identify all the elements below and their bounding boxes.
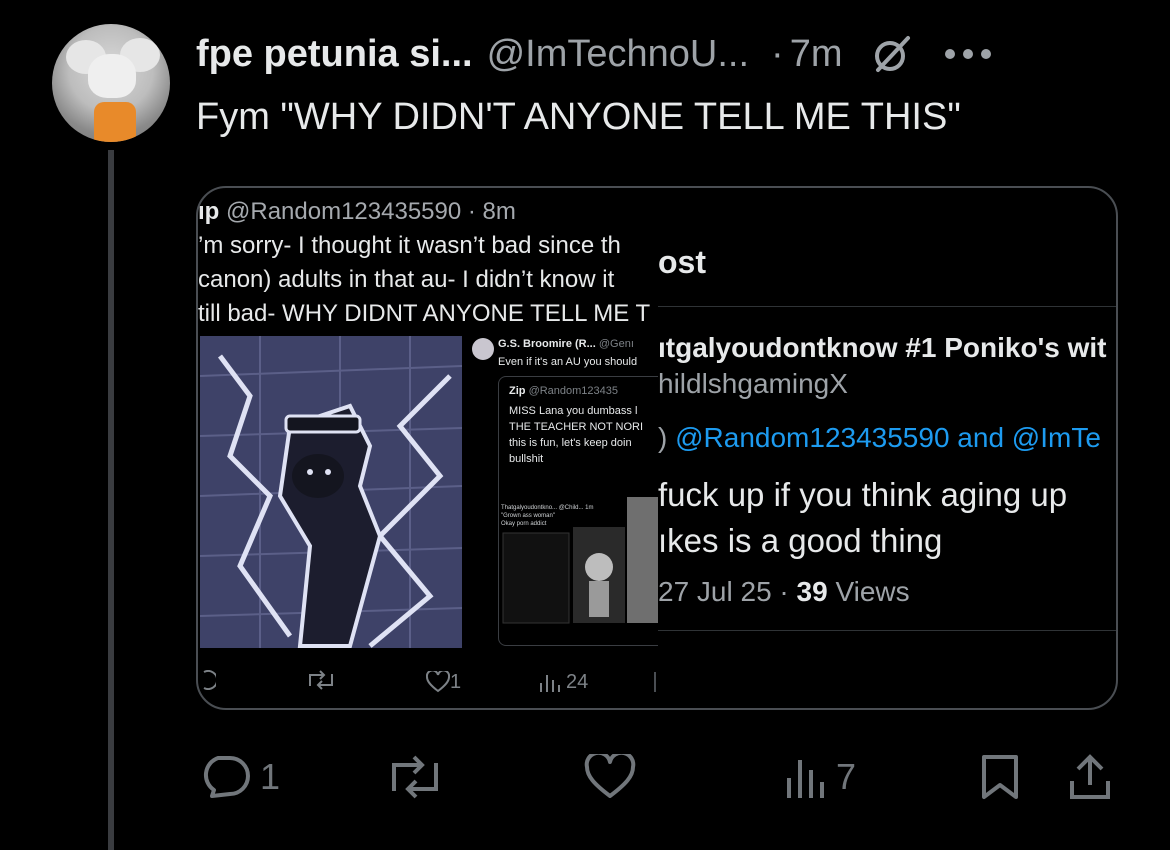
right-author-handle: hildlshgamingX (658, 368, 848, 399)
grok-icon[interactable] (869, 31, 915, 77)
avatar[interactable] (52, 24, 170, 142)
quoted-screenshot-left: ıp @Random123435590 · 8m ’m sorry- I tho… (198, 188, 658, 708)
reply-count: 1 (260, 756, 281, 797)
thread-line (108, 150, 114, 850)
quoted-post[interactable]: ıp @Random123435590 · 8m ’m sorry- I tho… (196, 186, 1118, 710)
share-icon (1070, 754, 1110, 799)
quoted-like: 1 (426, 670, 461, 694)
mini-screenshot: Thatgalyoudontkno... @Child... 1m "Grown… (499, 497, 658, 637)
tweet-text: Fym "WHY DIDN'T ANYONE TELL ME THIS" (196, 96, 961, 138)
quoted-like-count: 1 (450, 670, 462, 693)
action-bar: 1 7 (0, 752, 1170, 802)
replying-to-link: @Random123435590 and @ImTe (675, 422, 1101, 453)
quoted-retweet-icon (306, 670, 336, 694)
retweet-icon (392, 755, 438, 799)
right-views-count: 39 (796, 576, 828, 607)
replying-prefix: ) (658, 422, 668, 453)
quoted-text-line: canon) adults in that au- I didn’t know … (198, 266, 615, 293)
more-icon[interactable] (941, 31, 995, 77)
nested-inner-card: Zip @Random123435 MISS Lana you dumbass … (498, 376, 658, 646)
author-handle[interactable]: @ImTechnoU... (487, 33, 749, 76)
nested-author: G.S. Broomire (R... @Genı (498, 338, 634, 350)
inner-text-line: this is fun, let's keep doin (509, 437, 632, 449)
quoted-text-line: till bad- WHY DIDNT ANYONE TELL ME T (198, 300, 651, 327)
avatar-shirt (94, 102, 136, 142)
quoted-screenshot-right: ost ıtgalyoudontknow #1 Poniko's wit hil… (658, 188, 1116, 708)
inner-author-handle: @Random123435 (528, 385, 619, 397)
right-body-line: fuck up if you think aging up (658, 476, 1068, 513)
author-name[interactable]: fpe petunia si... (196, 33, 473, 76)
inner-author-name: Zip (509, 385, 526, 397)
views-icon (787, 760, 824, 798)
inner-text-line: bullshit (509, 453, 544, 465)
quoted-author-meta: @Random123435590 · 8m (226, 198, 516, 225)
post-title: ost (658, 244, 706, 280)
avatar-face (88, 54, 136, 98)
reply-icon (203, 756, 250, 798)
inner-text-line: THE TEACHER NOT NORI (509, 421, 644, 433)
views-button[interactable]: 7 (784, 752, 856, 802)
nested-author-handle: @Genı (598, 338, 634, 350)
quoted-text-line: ’m sorry- I thought it wasn’t bad since … (198, 232, 621, 259)
quoted-views-icon (540, 675, 560, 692)
like-button[interactable] (584, 752, 636, 802)
quoted-author-name: ıp (198, 198, 220, 225)
like-icon (584, 754, 636, 798)
divider (654, 672, 656, 692)
quoted-views: 24 (538, 670, 588, 694)
right-views-label: Views (827, 576, 910, 607)
separator: · (771, 32, 784, 75)
nested-text: Even if it's an AU you should (498, 356, 638, 368)
right-body-line: ıkes is a good thing (658, 522, 943, 559)
quoted-view-count: 24 (566, 670, 589, 693)
share-button[interactable] (1068, 752, 1112, 802)
right-date: 27 Jul 25 · (658, 576, 797, 607)
divider (658, 630, 1116, 631)
reply-button[interactable]: 1 (198, 752, 280, 802)
quoted-reply-icon (202, 670, 219, 694)
right-meta: 27 Jul 25 · 39 Views (658, 576, 910, 608)
view-count: 7 (836, 756, 857, 797)
replying-to: ) @Random123435590 and @ImTe (658, 422, 1101, 454)
inner-text-line: MISS Lana you dumbass l (509, 405, 638, 417)
right-author-name: ıtgalyoudontknow #1 Poniko's wit (658, 332, 1107, 363)
nested-quote: G.S. Broomire (R... @Genı Even if it's a… (466, 336, 658, 648)
tweet-header: fpe petunia si... @ImTechnoU... · 7m (196, 28, 995, 80)
divider (658, 306, 1116, 307)
retweet-button[interactable] (386, 752, 444, 802)
nested-author-name: G.S. Broomire (R... (498, 338, 596, 350)
bookmark-icon (982, 755, 1018, 799)
quoted-header: ıp @Random123435590 · 8m (198, 198, 516, 226)
nested-avatar (472, 338, 494, 360)
inner-author: Zip @Random123435 (509, 385, 618, 397)
quoted-like-icon (426, 671, 450, 693)
bookmark-button[interactable] (980, 752, 1020, 802)
quoted-image (200, 336, 462, 648)
timestamp[interactable]: 7m (790, 33, 843, 76)
